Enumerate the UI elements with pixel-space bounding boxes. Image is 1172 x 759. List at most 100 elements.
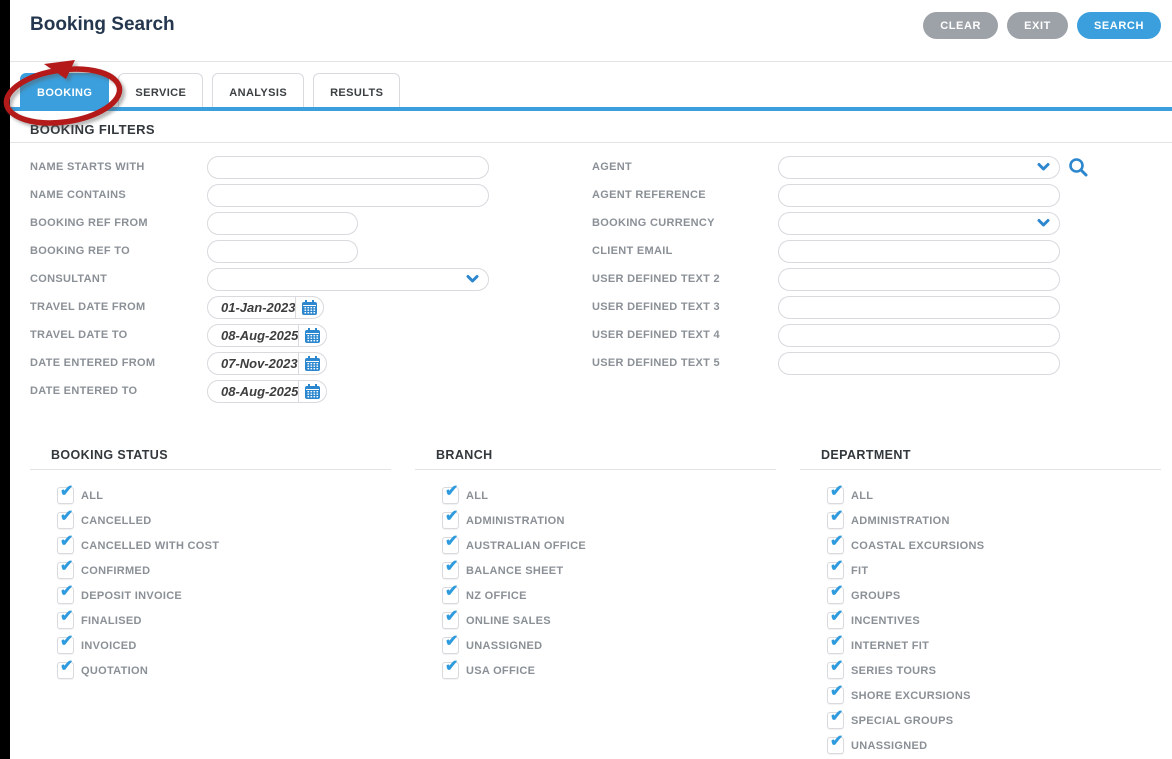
date-value[interactable]: 01-Jan-2023: [208, 300, 295, 315]
tab-results[interactable]: RESULTS: [313, 73, 400, 111]
checkmark-icon: ✔: [830, 509, 843, 525]
checkbox-row-unassigned: ✔ UNASSIGNED: [827, 733, 1161, 758]
calendar-button[interactable]: [298, 381, 326, 402]
checkbox-row-all: ✔ALL: [827, 483, 1161, 508]
tab-label: RESULTS: [330, 87, 383, 99]
agent-dropdown[interactable]: [778, 156, 1060, 179]
checkbox-label: CANCELLED: [81, 515, 152, 527]
field-row-booking-ref-to: BOOKING REF TO: [30, 237, 489, 265]
checkbox-unassigned[interactable]: ✔: [442, 637, 459, 654]
checkbox-finalised[interactable]: ✔: [57, 612, 74, 629]
checkbox-label: INTERNET FIT: [851, 640, 929, 652]
checkbox-label: BALANCE SHEET: [466, 565, 563, 577]
chevron-down-icon: [1037, 163, 1050, 172]
checkbox-shore-excursions[interactable]: ✔: [827, 687, 844, 704]
user-defined-text-5-input[interactable]: [779, 353, 1059, 374]
checkbox-label: SERIES TOURS: [851, 665, 936, 677]
date-value[interactable]: 08-Aug-2025: [208, 328, 298, 343]
user-defined-text-3-input[interactable]: [779, 297, 1059, 318]
group-header: BOOKING STATUS: [30, 446, 391, 470]
checkmark-icon: ✔: [60, 509, 73, 525]
date-value[interactable]: 07-Nov-2023: [208, 356, 298, 371]
calendar-button[interactable]: [295, 297, 323, 318]
search-button[interactable]: SEARCH: [1077, 12, 1161, 39]
text-input-pill: [778, 268, 1060, 291]
checkbox-usa-office[interactable]: ✔: [442, 662, 459, 679]
checkbox-unassigned[interactable]: ✔: [827, 737, 844, 754]
name-contains-input[interactable]: [208, 185, 488, 206]
calendar-icon: [305, 328, 320, 343]
agent-input[interactable]: [779, 157, 1059, 178]
user-defined-text-4-input[interactable]: [779, 325, 1059, 346]
clear-button[interactable]: CLEAR: [923, 12, 998, 39]
checkbox-cancelled[interactable]: ✔: [57, 512, 74, 529]
tab-analysis[interactable]: ANALYSIS: [212, 73, 304, 111]
text-input-pill: [207, 156, 489, 179]
checkbox-label: AUSTRALIAN OFFICE: [466, 540, 586, 552]
consultant-dropdown[interactable]: [207, 268, 489, 291]
field-row-consultant: CONSULTANT: [30, 265, 489, 293]
checkmark-icon: ✔: [60, 634, 73, 650]
agent-reference-input[interactable]: [779, 185, 1059, 206]
field-row-name-contains: NAME CONTAINS: [30, 181, 489, 209]
checkbox-label: UNASSIGNED: [851, 740, 927, 752]
checkbox-online-sales[interactable]: ✔: [442, 612, 459, 629]
checkbox-fit[interactable]: ✔: [827, 562, 844, 579]
field-row-travel-date-from: TRAVEL DATE FROM01-Jan-2023: [30, 293, 489, 321]
booking-ref-from-input[interactable]: [208, 213, 357, 234]
checkbox-row-cancelled: ✔ CANCELLED: [57, 508, 391, 533]
calendar-button[interactable]: [298, 353, 326, 374]
checkbox-administration[interactable]: ✔: [442, 512, 459, 529]
checkbox-confirmed[interactable]: ✔: [57, 562, 74, 579]
user-defined-text-2-input[interactable]: [779, 269, 1059, 290]
search-icon[interactable]: [1068, 157, 1088, 177]
checkbox-cancelled-with-cost[interactable]: ✔: [57, 537, 74, 554]
checkbox-label: GROUPS: [851, 590, 900, 602]
checkbox-all[interactable]: ✔: [57, 487, 74, 504]
checkbox-row-special-groups: ✔SPECIAL GROUPS: [827, 708, 1161, 733]
booking-ref-to-input[interactable]: [208, 241, 357, 262]
checkbox-row-deposit-invoice: ✔DEPOSIT INVOICE: [57, 583, 391, 608]
checkbox-row-australian-office: ✔ AUSTRALIAN OFFICE: [442, 533, 776, 558]
checkbox-label: INCENTIVES: [851, 615, 920, 627]
client-email-input[interactable]: [779, 241, 1059, 262]
checkbox-all[interactable]: ✔: [442, 487, 459, 504]
checkbox-groups[interactable]: ✔: [827, 587, 844, 604]
checkbox-internet-fit[interactable]: ✔: [827, 637, 844, 654]
checkbox-invoiced[interactable]: ✔: [57, 637, 74, 654]
checkbox-nz-office[interactable]: ✔: [442, 587, 459, 604]
section-underline: [10, 142, 1172, 143]
checkbox-label: INVOICED: [81, 640, 137, 652]
field-label: NAME STARTS WITH: [30, 161, 207, 173]
calendar-icon: [305, 356, 320, 371]
checkbox-incentives[interactable]: ✔: [827, 612, 844, 629]
checkbox-quotation[interactable]: ✔: [57, 662, 74, 679]
checkbox-coastal-excursions[interactable]: ✔: [827, 537, 844, 554]
travel-date-from-date-field: 01-Jan-2023: [207, 296, 324, 319]
checkbox-all[interactable]: ✔: [827, 487, 844, 504]
exit-button[interactable]: EXIT: [1007, 12, 1068, 39]
booking-currency-dropdown[interactable]: [778, 212, 1060, 235]
tab-booking[interactable]: BOOKING: [20, 73, 109, 111]
tab-service[interactable]: SERVICE: [118, 73, 203, 111]
calendar-button[interactable]: [298, 325, 326, 346]
checkbox-australian-office[interactable]: ✔: [442, 537, 459, 554]
group-title: BOOKING STATUS: [51, 448, 168, 462]
group-title: BRANCH: [436, 448, 493, 462]
checkbox-balance-sheet[interactable]: ✔: [442, 562, 459, 579]
checkbox-series-tours[interactable]: ✔: [827, 662, 844, 679]
checkbox-row-quotation: ✔QUOTATION: [57, 658, 391, 683]
checkbox-special-groups[interactable]: ✔: [827, 712, 844, 729]
tab-label: SERVICE: [135, 87, 186, 99]
checkmark-icon: ✔: [60, 659, 73, 675]
date-entered-from-date-field: 07-Nov-2023: [207, 352, 327, 375]
name-starts-with-input[interactable]: [208, 157, 488, 178]
booking-currency-input[interactable]: [779, 213, 1059, 234]
consultant-input[interactable]: [208, 269, 488, 290]
text-input-pill: [778, 184, 1060, 207]
date-value[interactable]: 08-Aug-2025: [208, 384, 298, 399]
checkbox-administration[interactable]: ✔: [827, 512, 844, 529]
field-label: DATE ENTERED FROM: [30, 357, 207, 369]
checkbox-label: ONLINE SALES: [466, 615, 551, 627]
checkbox-deposit-invoice[interactable]: ✔: [57, 587, 74, 604]
